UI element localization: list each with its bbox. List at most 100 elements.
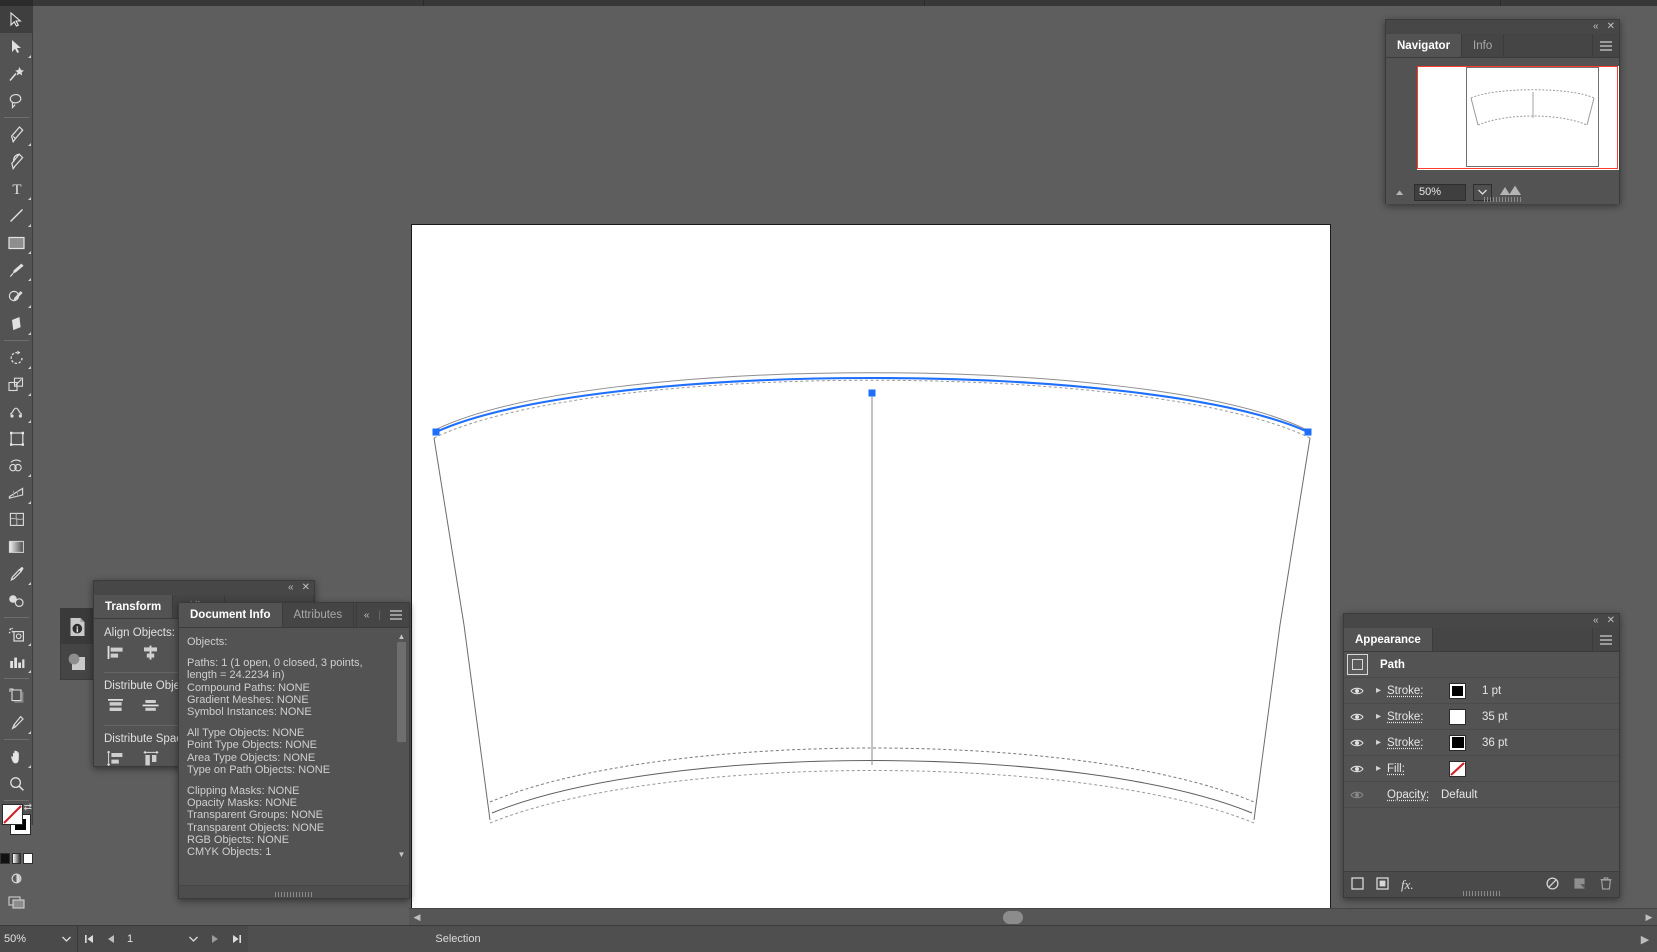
- appearance-fill-row[interactable]: ▸ Fill:: [1344, 756, 1619, 782]
- expand-arrow-icon[interactable]: ▸: [1370, 737, 1387, 748]
- document-info-scrollbar[interactable]: ▲ ▼: [396, 632, 407, 860]
- add-effect-button[interactable]: fx.: [1401, 877, 1414, 893]
- appearance-stroke-row-2[interactable]: ▸ Stroke: 35 pt: [1344, 704, 1619, 730]
- add-new-stroke-button[interactable]: [1351, 876, 1364, 893]
- first-artboard-button[interactable]: [78, 926, 100, 952]
- fill-label[interactable]: Fill:: [1387, 763, 1449, 775]
- tab-appearance[interactable]: Appearance: [1344, 628, 1433, 651]
- appearance-panel-grip[interactable]: « ✕: [1344, 614, 1619, 628]
- opacity-value[interactable]: Default: [1441, 789, 1477, 801]
- appearance-panel[interactable]: « ✕ Appearance Path ▸ Stroke: 1 pt ▸ Str…: [1343, 613, 1620, 898]
- paintbrush-tool[interactable]: [0, 256, 33, 283]
- visibility-eye-icon[interactable]: [1344, 686, 1370, 696]
- appearance-opacity-row[interactable]: Opacity: Default: [1344, 782, 1619, 808]
- appearance-stroke-row-3[interactable]: ▸ Stroke: 36 pt: [1344, 730, 1619, 756]
- scroll-thumb[interactable]: [1003, 910, 1023, 924]
- document-info-dock-icon[interactable]: [61, 609, 93, 644]
- stroke-weight-value[interactable]: 36 pt: [1482, 737, 1508, 749]
- appearance-target-row[interactable]: Path: [1344, 652, 1619, 678]
- expand-arrow-icon[interactable]: ▸: [1370, 711, 1387, 722]
- slice-tool[interactable]: [0, 709, 33, 736]
- artboard-number-field[interactable]: 1: [122, 926, 182, 952]
- artboard[interactable]: [411, 224, 1331, 924]
- close-icon[interactable]: ✕: [1607, 616, 1615, 626]
- scroll-down-arrow-icon[interactable]: ▼: [396, 850, 407, 860]
- gradient-tool[interactable]: [0, 533, 33, 560]
- navigator-thumbnail[interactable]: [1417, 66, 1619, 170]
- expand-arrow-icon[interactable]: ▸: [1370, 763, 1387, 774]
- collapse-icon[interactable]: «: [1593, 616, 1599, 626]
- selection-tool[interactable]: [0, 6, 33, 33]
- line-segment-tool[interactable]: [0, 202, 33, 229]
- navigator-panel-menu[interactable]: [1593, 34, 1619, 57]
- appearance-list[interactable]: Path ▸ Stroke: 1 pt ▸ Stroke: 35 pt ▸ St…: [1344, 652, 1619, 808]
- column-graph-tool[interactable]: [0, 648, 33, 675]
- scroll-right-arrow-icon[interactable]: ▶: [1641, 912, 1657, 923]
- tools-panel[interactable]: T ⇄: [0, 6, 34, 909]
- navigator-zoom-field[interactable]: 50%: [1414, 183, 1466, 201]
- blend-tool[interactable]: [0, 587, 33, 614]
- fill-stroke-swatches[interactable]: ⇄: [0, 802, 33, 850]
- collapsed-panel-dock[interactable]: [60, 608, 94, 680]
- scale-tool[interactable]: [0, 371, 33, 398]
- artwork-path[interactable]: [412, 225, 1331, 924]
- stroke-color-swatch[interactable]: [1449, 734, 1466, 751]
- stroke-label[interactable]: Stroke:: [1387, 685, 1449, 697]
- magic-wand-tool[interactable]: [0, 60, 33, 87]
- horizontal-distribute-spacing-icon[interactable]: [143, 750, 161, 769]
- current-tool-indicator[interactable]: Selection: [248, 933, 668, 945]
- appearance-stroke-row-1[interactable]: ▸ Stroke: 1 pt: [1344, 678, 1619, 704]
- close-icon[interactable]: ✕: [1607, 22, 1615, 32]
- visibility-eye-icon[interactable]: [1344, 712, 1370, 722]
- scroll-left-arrow-icon[interactable]: ◀: [409, 912, 425, 923]
- stroke-weight-value[interactable]: 1 pt: [1482, 685, 1501, 697]
- document-info-panel[interactable]: Document Info Attributes « | Objects: Pa…: [178, 602, 410, 899]
- navigator-panel[interactable]: « ✕ Navigator Info 50%: [1385, 19, 1620, 204]
- width-tool[interactable]: [0, 398, 33, 425]
- rectangle-tool[interactable]: [0, 229, 33, 256]
- fill-swatch[interactable]: [2, 804, 23, 825]
- visibility-eye-icon[interactable]: [1344, 738, 1370, 748]
- zoom-level-field[interactable]: 50%: [0, 925, 55, 952]
- collapse-icon[interactable]: «: [1593, 22, 1599, 32]
- artboard-navigation[interactable]: 1: [78, 925, 248, 952]
- artboard-dropdown[interactable]: [182, 926, 204, 952]
- status-bar[interactable]: 50% 1 Selection ▶: [0, 925, 1657, 952]
- pen-tool[interactable]: [0, 121, 33, 148]
- scroll-track[interactable]: [425, 909, 1641, 926]
- stroke-weight-value[interactable]: 35 pt: [1482, 711, 1508, 723]
- scroll-thumb[interactable]: [397, 642, 406, 742]
- navigator-preview[interactable]: [1386, 58, 1619, 180]
- previous-artboard-button[interactable]: [100, 926, 122, 952]
- panel-resize-grip[interactable]: [1483, 197, 1522, 202]
- navigator-view-rect[interactable]: [1417, 66, 1618, 169]
- artboard-tool[interactable]: [0, 682, 33, 709]
- stroke-label[interactable]: Stroke:: [1387, 711, 1449, 723]
- shape-builder-tool[interactable]: [0, 452, 33, 479]
- stroke-color-swatch[interactable]: [1449, 708, 1466, 725]
- stroke-color-swatch[interactable]: [1449, 682, 1466, 699]
- vertical-distribute-spacing-icon[interactable]: [107, 750, 125, 769]
- screen-mode-button[interactable]: [0, 890, 33, 914]
- status-bar-expand-arrow[interactable]: ▶: [1633, 933, 1657, 946]
- appearance-tabs[interactable]: Appearance: [1344, 628, 1619, 652]
- scroll-track[interactable]: [396, 642, 407, 850]
- direct-selection-tool[interactable]: [0, 33, 33, 60]
- visibility-eye-icon[interactable]: [1344, 790, 1370, 800]
- canvas-horizontal-scrollbar[interactable]: ◀ ▶: [409, 908, 1657, 925]
- document-info-controls[interactable]: « |: [356, 603, 409, 627]
- scroll-up-arrow-icon[interactable]: ▲: [396, 632, 407, 642]
- color-mode-icon[interactable]: [0, 852, 10, 864]
- type-tool[interactable]: T: [0, 175, 33, 202]
- next-artboard-button[interactable]: [204, 926, 226, 952]
- collapse-icon[interactable]: «: [288, 583, 294, 593]
- rotate-tool[interactable]: [0, 344, 33, 371]
- clear-appearance-button[interactable]: [1546, 876, 1559, 893]
- shaper-tool[interactable]: [0, 283, 33, 310]
- zoom-level-dropdown[interactable]: [55, 925, 78, 952]
- free-transform-tool[interactable]: [0, 425, 33, 452]
- fill-color-swatch-none[interactable]: [1449, 760, 1466, 777]
- appearance-panel-menu[interactable]: [1593, 628, 1619, 651]
- hand-tool[interactable]: [0, 743, 33, 770]
- opacity-label[interactable]: Opacity:: [1387, 789, 1441, 801]
